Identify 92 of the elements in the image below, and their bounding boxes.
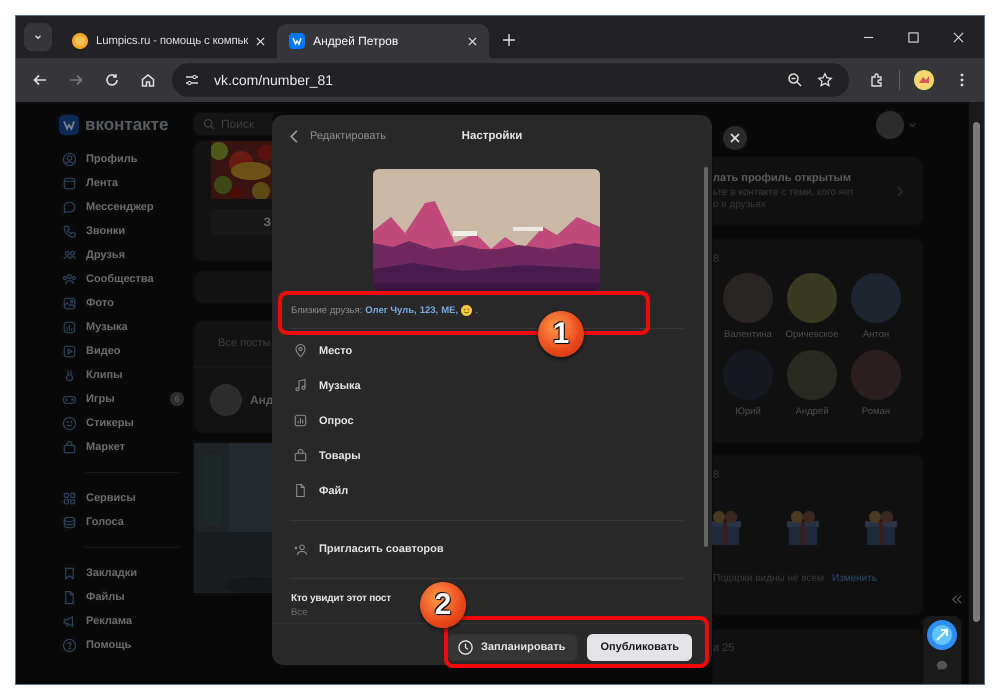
double-chevron-icon[interactable]	[950, 595, 962, 604]
zoom-out-icon[interactable]	[787, 72, 803, 88]
poll-icon	[293, 413, 308, 428]
dialog-title: Настройки	[462, 130, 522, 142]
friend-name[interactable]: Оричевское	[786, 329, 838, 340]
attachment-option[interactable]: Опрос	[272, 403, 712, 438]
plus-icon[interactable]	[503, 34, 516, 46]
file-icon	[293, 483, 308, 498]
music-note-icon	[293, 378, 308, 393]
map-pin-icon	[293, 343, 308, 358]
friend-name[interactable]: Роман	[862, 406, 890, 417]
scrollbar[interactable]	[969, 102, 984, 684]
friend-name[interactable]: Андрей	[796, 406, 828, 417]
friend-name[interactable]: Юрий	[735, 406, 761, 417]
clock-icon	[458, 640, 473, 654]
forward-icon[interactable]	[68, 72, 84, 88]
grid-icon	[62, 490, 77, 506]
url-text: vk.com/number_81	[214, 72, 334, 88]
app-logo-icon[interactable]	[59, 114, 79, 134]
close-icon[interactable]	[468, 36, 478, 46]
close-icon[interactable]	[256, 36, 266, 46]
file-icon	[62, 590, 77, 604]
tab-title: Андрей Петров	[313, 34, 400, 48]
publish-button[interactable]: Опубликовать	[587, 634, 692, 660]
sidebar-item[interactable]: Мессенджер	[62, 195, 180, 219]
friend-name[interactable]: Валентина	[724, 329, 772, 340]
close-icon[interactable]	[723, 126, 747, 150]
star-icon[interactable]	[817, 72, 833, 88]
group-icon	[62, 272, 77, 286]
speech-bubble-icon	[62, 200, 77, 214]
add-person-icon	[293, 542, 308, 556]
smiley-icon	[461, 305, 472, 316]
phone-icon	[62, 224, 77, 238]
sidebar-item[interactable]: Сообщества	[62, 267, 180, 291]
back-link[interactable]: Редактировать	[290, 130, 386, 142]
person-icon	[62, 152, 77, 166]
attachment-option[interactable]: Файл	[272, 473, 712, 508]
sidebar-item[interactable]: Лента	[62, 171, 180, 195]
sidebar-item[interactable]: Музыка	[62, 315, 180, 339]
sidebar-item[interactable]: Сервисы	[62, 486, 180, 510]
bookmark-icon	[62, 566, 77, 580]
sliders-icon[interactable]	[184, 72, 200, 88]
sidebar-item[interactable]: Стикеры	[62, 411, 180, 435]
play-icon	[62, 344, 77, 358]
sidebar-item[interactable]: Голоса	[62, 510, 180, 534]
address-bar[interactable]: vk.com/number_81	[172, 63, 849, 97]
photo-button[interactable]: З	[211, 209, 273, 235]
window-icon	[62, 176, 77, 190]
sidebar-item[interactable]: Фото	[62, 291, 180, 315]
help-icon	[62, 638, 77, 652]
smiley-icon	[62, 416, 77, 430]
close-icon[interactable]	[953, 32, 964, 42]
app-logo-icon	[289, 33, 306, 49]
tab-title: Lumpics.ru - помощь с компьк	[96, 35, 248, 47]
coins-icon	[62, 514, 77, 530]
maximize-icon[interactable]	[908, 32, 919, 42]
sidebar-item[interactable]: Клипы	[62, 363, 180, 387]
image-icon	[62, 296, 77, 310]
invite-coauthors-option[interactable]: Пригласить соавторов	[272, 532, 712, 566]
search-icon	[203, 118, 215, 130]
sidebar-item[interactable]: Профиль	[62, 147, 180, 171]
sidebar-item[interactable]: Помощь	[62, 633, 180, 657]
sidebar-item[interactable]: Закладки	[62, 561, 180, 585]
sidebar-item[interactable]: Звонки	[62, 219, 180, 243]
sidebar-item[interactable]: Реклама	[62, 609, 180, 633]
profile-avatar[interactable]	[914, 70, 934, 90]
schedule-button[interactable]: Запланировать	[448, 634, 578, 660]
sidebar-item[interactable]: Видео	[62, 339, 180, 363]
home-icon[interactable]	[140, 72, 156, 88]
chevron-right-icon	[896, 186, 903, 196]
attachment-option[interactable]: Музыка	[272, 368, 712, 403]
bag-icon	[293, 448, 308, 463]
back-icon[interactable]	[32, 72, 48, 88]
citrus-icon	[72, 33, 88, 49]
site-name: вконтакте	[85, 114, 168, 134]
sidebar-item[interactable]: Файлы	[62, 585, 180, 609]
equalizer-icon	[62, 320, 77, 334]
reload-icon[interactable]	[104, 72, 120, 88]
bag-icon	[62, 440, 77, 454]
sidebar-item[interactable]: Друзья	[62, 243, 180, 267]
friend-name[interactable]: Антон	[862, 329, 890, 340]
avatar	[210, 384, 242, 416]
assistant-icon[interactable]	[927, 620, 957, 650]
attachment-option[interactable]: Товары	[272, 438, 712, 473]
chevron-left-icon	[290, 130, 298, 142]
visibility-value[interactable]: Все	[291, 607, 308, 618]
change-link[interactable]: Изменить	[832, 573, 878, 584]
promo-title: лать профиль открытым	[713, 172, 852, 184]
sidebar-item[interactable]: Маркет	[62, 435, 180, 459]
browser-tab[interactable]: Андрей Петров	[277, 24, 490, 58]
visibility-title: Кто увидит этот пост	[291, 593, 391, 604]
browser-tab[interactable]: Lumpics.ru - помощь с компьк	[60, 24, 278, 58]
